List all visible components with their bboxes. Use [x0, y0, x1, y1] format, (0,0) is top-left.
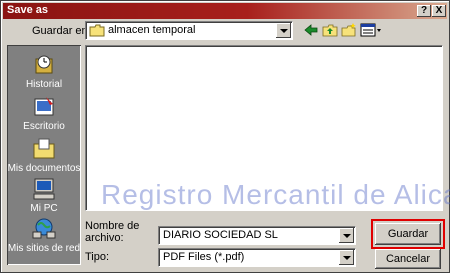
chevron-down-icon[interactable]	[339, 228, 354, 243]
desktop-icon	[34, 97, 54, 116]
filetype-value: PDF Files (*.pdf)	[163, 251, 245, 263]
place-desktop[interactable]: Escritorio	[7, 95, 81, 132]
save-in-value: almacen temporal	[108, 24, 196, 36]
place-label: Historial	[25, 79, 63, 90]
view-menu-icon[interactable]	[360, 22, 382, 38]
filename-value: DIARIO SOCIEDAD SL	[163, 229, 278, 241]
help-button[interactable]: ?	[417, 5, 431, 17]
save-as-dialog: Save as ? X Guardar en: almacen temporal	[0, 0, 450, 273]
back-arrow-icon[interactable]	[303, 22, 319, 38]
filetype-label: Tipo:	[85, 251, 110, 263]
chevron-down-icon[interactable]	[339, 250, 354, 265]
save-in-label: Guardar en:	[32, 25, 91, 37]
save-button[interactable]: Guardar	[375, 223, 441, 245]
documents-folder-icon	[33, 138, 55, 159]
title-bar[interactable]: Save as ? X	[3, 3, 447, 19]
new-folder-icon[interactable]	[341, 22, 357, 38]
cancel-button[interactable]: Cancelar	[375, 249, 441, 269]
save-in-dropdown[interactable]: almacen temporal	[85, 21, 293, 40]
computer-icon	[33, 178, 55, 200]
place-my-pc[interactable]: Mi PC	[7, 177, 81, 214]
dialog-title: Save as	[7, 4, 48, 16]
filetype-dropdown[interactable]: PDF Files (*.pdf)	[158, 248, 356, 267]
folder-icon	[89, 24, 105, 37]
network-icon	[32, 218, 56, 239]
watermark-text: Registro Mercantil de Alicante	[101, 179, 450, 210]
up-folder-icon[interactable]	[322, 22, 338, 38]
cancel-button-label: Cancelar	[385, 253, 431, 265]
place-network[interactable]: Mis sitios de red	[7, 217, 81, 254]
place-documents[interactable]: Mis documentos	[7, 137, 81, 174]
place-label: Mis documentos	[7, 163, 81, 174]
chevron-down-icon[interactable]	[276, 23, 291, 38]
filename-label-line1: Nombre de	[85, 220, 140, 232]
save-button-label: Guardar	[387, 228, 429, 240]
close-button[interactable]: X	[432, 5, 446, 17]
place-label: Escritorio	[23, 121, 65, 132]
place-label: Mis sitios de red	[7, 243, 81, 254]
filename-input[interactable]: DIARIO SOCIEDAD SL	[158, 226, 356, 245]
places-bar: Historial Escritorio Mis documentos Mi P…	[7, 45, 81, 265]
history-icon	[35, 55, 53, 74]
place-history[interactable]: Historial	[7, 53, 81, 90]
filename-label-line2: archivo:	[85, 232, 124, 244]
place-label: Mi PC	[30, 203, 58, 214]
